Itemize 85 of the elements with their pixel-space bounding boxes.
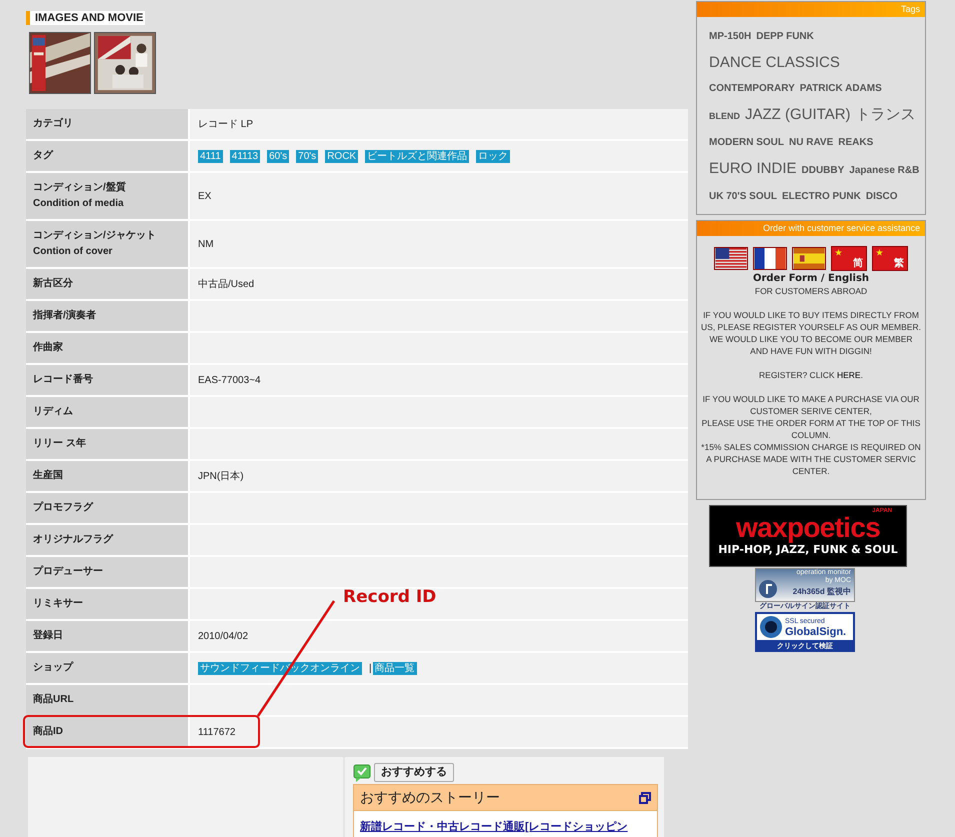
info-text: IF YOU WOULD LIKE TO BUY ITEMS DIRECTLY FROM US, PLEASE REGISTER YOURSELF AS OUR MEMBER. — [701, 309, 921, 333]
label-text: 指揮者/演奏者 — [33, 308, 97, 323]
logo-icon — [758, 579, 778, 599]
label-text: Contion of cover — [33, 245, 114, 259]
subtitle: FOR CUSTOMERS ABROAD — [754, 285, 868, 297]
tag-link[interactable]: MP-150H — [709, 27, 752, 46]
label-text: ショップ — [33, 660, 74, 675]
label-text: 商品URL — [33, 692, 75, 707]
tag-link[interactable]: JAZZ (GUITAR) — [745, 105, 851, 124]
tag-link[interactable]: MODERN SOUL — [709, 133, 784, 152]
tag-link[interactable]: DDUBBY — [802, 161, 844, 180]
label-text: カテゴリ — [33, 116, 74, 131]
tag-link[interactable]: 60's — [267, 150, 290, 162]
table-cell: EAS-77003~4 — [190, 365, 688, 395]
table-cell: 1117672 — [190, 717, 688, 747]
info-text: *15% SALES COMMISSION CHARGE IS REQUIRED ON A PURCHASE MADE WITH THE CUSTOMER SERVIC CENTER. — [701, 441, 921, 477]
panel-title: おすすめのストーリー — [360, 788, 500, 807]
table-cell: JPN(日本) — [190, 461, 688, 491]
section-title: IMAGES AND MOVIE — [26, 11, 146, 25]
shop-link[interactable]: 商品一覧 — [372, 662, 417, 674]
callout-label: Record ID — [343, 586, 436, 609]
flag-icon[interactable] — [714, 247, 748, 270]
tag-link[interactable]: CONTEMPORARY — [709, 79, 795, 98]
label-text: 新古区分 — [33, 276, 74, 291]
label-text: レコード番号 — [33, 372, 94, 387]
table-cell: 2010/04/02 — [190, 621, 688, 651]
separator: | — [369, 662, 372, 676]
tag-link[interactable]: NU RAVE — [789, 133, 834, 152]
tag-link[interactable]: PATRICK ADAMS — [800, 79, 882, 98]
tag-link[interactable]: DANCE CLASSICS — [709, 53, 840, 72]
label-text: タグ — [33, 149, 54, 163]
tag-link[interactable]: ELECTRO PUNK — [782, 187, 861, 206]
tag-link[interactable]: UK 70'S SOUL — [709, 187, 777, 206]
flag-icon[interactable] — [792, 247, 826, 270]
tag-link[interactable]: DISCO — [866, 187, 898, 206]
flag-icon[interactable]: 简 — [831, 246, 867, 271]
label-text: コンディション/ジャケット — [33, 229, 157, 243]
label-text: プロデューサー — [33, 564, 104, 579]
label-text: Condition of media — [33, 197, 125, 211]
flag-icon[interactable] — [753, 247, 787, 270]
tag-link[interactable]: トランス — [856, 105, 916, 124]
label-text: リミキサー — [33, 597, 84, 611]
badge-text: GlobalSign. — [785, 627, 846, 637]
panel-header: Tags — [697, 2, 925, 17]
info-text: IF YOU WOULD LIKE TO MAKE A PURCHASE VIA OUR CUSTOMER SERIVE CENTER, — [702, 393, 920, 417]
tag-link[interactable]: DEPP FUNK — [756, 27, 814, 46]
label-text: 登録日 — [33, 628, 64, 643]
label-text: リディム — [33, 405, 74, 419]
table-cell: NM — [190, 221, 688, 267]
tag-link[interactable]: Japanese R&B — [849, 161, 920, 180]
tag-link[interactable]: EURO INDIE — [709, 159, 797, 178]
tag-link[interactable]: ビートルズと関連作品 — [365, 150, 470, 162]
recommend-button[interactable]: おすすめする — [374, 763, 454, 782]
label-text: 生産国 — [33, 468, 64, 483]
table-cell: 中古品/Used — [190, 269, 688, 299]
label-text: リリー ス年 — [33, 436, 87, 451]
tag-link[interactable]: BLEND — [709, 107, 740, 126]
flag-icon[interactable]: 繁 — [872, 246, 908, 271]
info-text: WE WOULD LIKE YOU TO BECOME OUR MEMBER AND HAVE FUN WITH DIGGIN! — [708, 333, 914, 357]
badge-text: 24h365d 監視中 — [792, 586, 851, 598]
check-icon — [353, 764, 371, 782]
panel-header: Order with customer service assistance — [697, 221, 925, 236]
windows-icon[interactable] — [639, 792, 651, 804]
banner-tagline: HIP-HOP, JAZZ, FUNK & SOUL — [718, 543, 898, 558]
label-text: コンディション/盤質 — [33, 180, 127, 195]
table-cell: EX — [190, 173, 688, 219]
label-text: 作曲家 — [33, 340, 64, 355]
info-text: PLEASE USE THE ORDER FORM AT THE TOP OF THIS COLUMN. — [701, 417, 921, 441]
tag-link[interactable]: ROCK — [325, 150, 358, 162]
label-text: プロモフラグ — [33, 500, 94, 515]
here-link[interactable]: HERE — [836, 370, 861, 380]
label-text: 商品ID — [33, 724, 64, 739]
eye-icon — [759, 615, 783, 639]
star-icon — [876, 249, 883, 256]
tag-link[interactable]: 4111 — [198, 150, 223, 162]
banner-logo: waxpoetics — [736, 514, 880, 542]
tag-link[interactable]: 70's — [296, 150, 318, 162]
label-text: オリジナルフラグ — [33, 533, 114, 547]
order-form-link[interactable]: Order Form / English — [752, 273, 870, 285]
tag-link[interactable]: ロック — [476, 150, 510, 162]
tag-link[interactable]: 41113 — [230, 150, 260, 162]
table-cell: レコード LP — [190, 109, 688, 139]
register-text: REGISTER? CLICK HERE. — [759, 369, 863, 381]
star-icon — [835, 249, 842, 256]
tag-link[interactable]: REAKS — [838, 133, 874, 152]
